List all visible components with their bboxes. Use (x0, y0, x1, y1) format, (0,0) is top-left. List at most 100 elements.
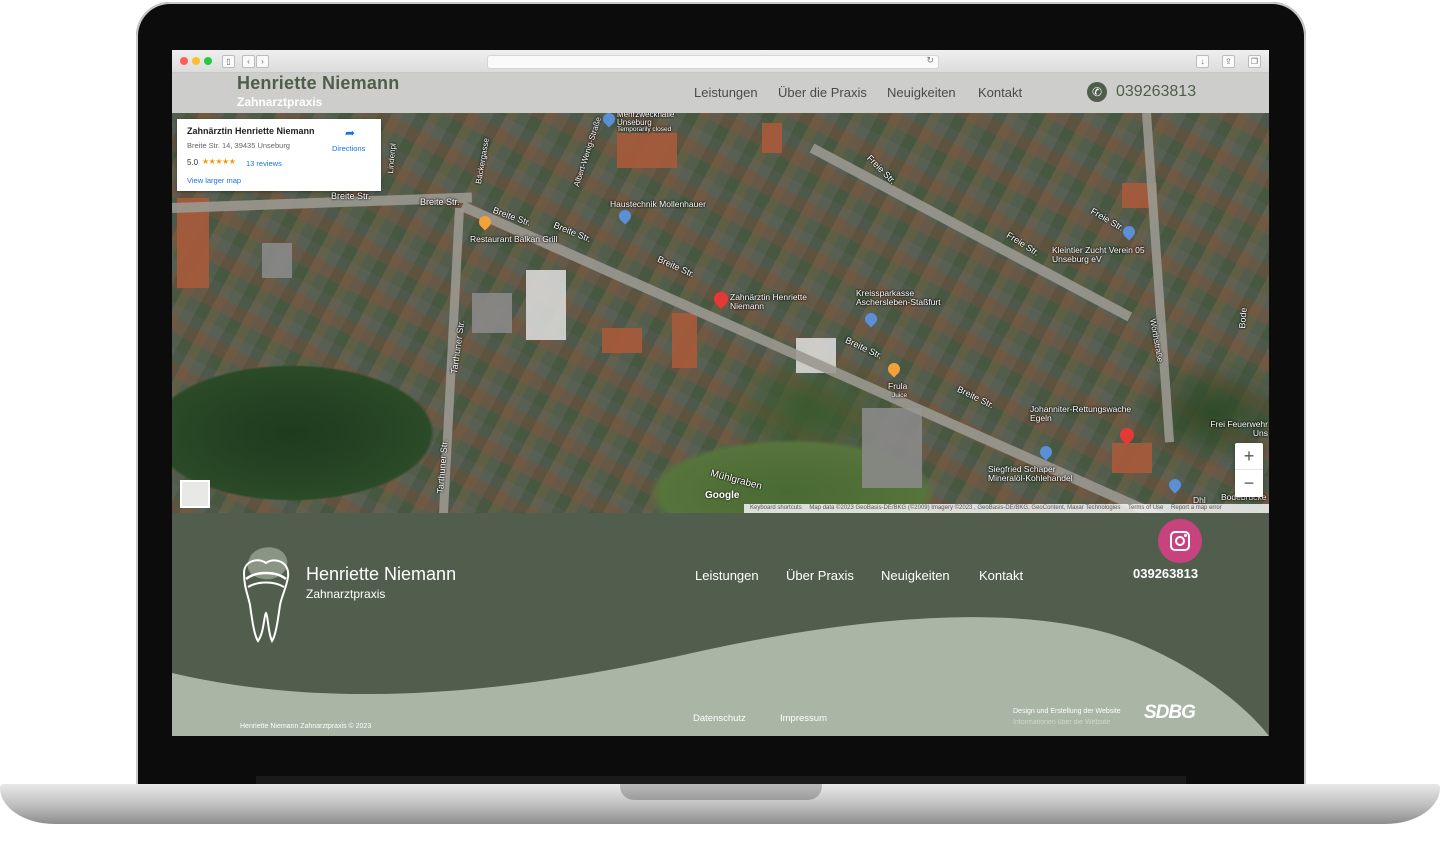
map-pin-icon[interactable] (616, 207, 634, 225)
nav-neuigkeiten[interactable]: Neuigkeiten (887, 85, 956, 100)
place-address: Breite Str. 14, 39435 Unseburg (187, 141, 290, 150)
share-icon[interactable]: ⇪ (1222, 55, 1235, 68)
map-place-note: Temporarily closed (617, 126, 672, 133)
reload-icon[interactable]: ↻ (926, 55, 934, 66)
download-icon[interactable]: ↓ (1196, 55, 1209, 68)
forward-icon[interactable]: › (256, 55, 269, 68)
site-footer: Henriette Niemann Zahnarztpraxis Leistun… (172, 513, 1269, 736)
view-larger-map-link[interactable]: View larger map (187, 176, 241, 185)
map-info-card: Zahnärztin Henriette Niemann Breite Str.… (177, 119, 381, 191)
map-pin-icon[interactable] (862, 310, 880, 328)
map-street-label: Breite Str. (552, 220, 593, 245)
map-layer-toggle-button[interactable] (180, 480, 210, 508)
map-building (262, 243, 292, 278)
instagram-icon (1170, 531, 1190, 551)
map-street-label: Breite Str. (655, 254, 697, 280)
directions-icon[interactable]: ➦ (345, 127, 357, 139)
tabs-icon[interactable]: ❐ (1248, 55, 1261, 68)
map-pin-icon[interactable] (711, 289, 731, 309)
place-title: Zahnärztin Henriette Niemann (187, 126, 315, 136)
map-place-label: Siegfried Schaper Mineralöl-Kohlehandel (988, 464, 1073, 483)
map-building (1112, 443, 1152, 473)
map-water-label: Bode (1237, 307, 1249, 329)
map-building (526, 270, 566, 340)
reviews-link[interactable]: 13 reviews (246, 159, 282, 168)
tooth-logo-icon (242, 547, 290, 643)
map-place-label: Mehrzweckhalle Unseburg (617, 113, 675, 127)
footer-nav-leistungen[interactable]: Leistungen (695, 568, 759, 583)
footer-nav-neuigkeiten[interactable]: Neuigkeiten (881, 568, 950, 583)
map-street-label: Breite Str. (331, 191, 371, 201)
google-map[interactable]: Breite Str. Breite Str. Breite Str. Brei… (172, 113, 1269, 513)
map-building (862, 408, 922, 488)
terms-of-use-link[interactable]: Terms of Use (1128, 505, 1163, 511)
design-credit-text: Design und Erstellung der Website (1013, 708, 1121, 715)
nav-leistungen[interactable]: Leistungen (694, 85, 758, 100)
map-place-label: Johanniter-Rettungswache Egeln (1030, 404, 1132, 423)
map-road (1142, 113, 1175, 443)
minimize-window-button[interactable] (192, 57, 200, 65)
map-building (672, 313, 697, 368)
directions-link[interactable]: Directions (332, 144, 365, 153)
brand-subtitle: Zahnarztpraxis (237, 95, 323, 109)
close-window-button[interactable] (180, 57, 188, 65)
footer-phone-number[interactable]: 039263813 (1133, 566, 1198, 581)
map-place-label: Kleintier Zucht Verein 05 Unseburg eV (1052, 245, 1145, 264)
address-bar[interactable]: ↻ (487, 55, 939, 69)
nav-kontakt[interactable]: Kontakt (978, 85, 1022, 100)
map-street-label: Lindenpl (386, 142, 398, 174)
footer-brand-name: Henriette Niemann (306, 564, 457, 584)
phone-icon[interactable]: ✆ (1087, 82, 1107, 102)
map-attribution-bar: Keyboard shortcuts Map data ©2023 GeoBas… (744, 504, 1269, 513)
map-pin-icon[interactable] (1166, 476, 1184, 494)
map-pin-icon[interactable] (885, 360, 903, 378)
map-pin-icon[interactable] (1117, 425, 1137, 445)
instagram-button[interactable] (1158, 519, 1202, 563)
google-logo: Google (705, 490, 740, 501)
map-street-label: Breite Str. (420, 197, 460, 207)
map-place-label: Frei Feuerwehr Uns (1210, 419, 1268, 438)
screen: ▯ ‹ › ↻ ↓ ⇪ ❐ Henriette Niemann Zahnarzt… (172, 50, 1269, 736)
design-info-link[interactable]: Informationen über die Website (1013, 719, 1110, 726)
map-place-label: Restaurant Balkan Grill (470, 234, 558, 244)
laptop-notch (620, 784, 822, 800)
sdbg-logo[interactable]: SDBG (1144, 702, 1196, 724)
back-icon[interactable]: ‹ (242, 55, 255, 68)
map-street-label: Freie Str. (1089, 206, 1126, 233)
map-place-label: Kreissparkasse Aschersleben-Staßfurt (856, 288, 941, 307)
footer-wave (172, 617, 1269, 736)
map-water-label: Mühlgraben (709, 468, 764, 493)
star-rating-icon: ★★★★★ (202, 157, 236, 166)
map-building (472, 293, 512, 333)
impressum-link[interactable]: Impressum (780, 713, 827, 724)
footer-brand-subtitle: Zahnarztpraxis (306, 587, 386, 601)
footer-nav-ueber-praxis[interactable]: Über Praxis (786, 568, 854, 583)
place-rating: 5.0 (187, 158, 199, 167)
footer-nav-kontakt[interactable]: Kontakt (979, 568, 1023, 583)
map-building (602, 328, 642, 353)
keyboard-shortcuts-link[interactable]: Keyboard shortcuts (750, 505, 802, 511)
report-map-error-link[interactable]: Report a map error (1171, 505, 1222, 511)
map-street-label: Breite Str. (843, 335, 884, 361)
map-data-attribution: Map data ©2023 GeoBasis-DE/BKG (©2009) I… (809, 505, 1121, 511)
zoom-in-button[interactable]: + (1235, 443, 1263, 470)
header-phone-number[interactable]: 039263813 (1116, 83, 1196, 101)
map-street-label: Breite Str. (955, 384, 996, 411)
map-building (617, 133, 677, 168)
nav-ueber-die-praxis[interactable]: Über die Praxis (778, 85, 867, 100)
site-header: Henriette Niemann Zahnarztpraxis Leistun… (172, 73, 1269, 113)
sidebar-icon[interactable]: ▯ (222, 55, 235, 68)
datenschutz-link[interactable]: Datenschutz (693, 713, 746, 724)
browser-toolbar: ▯ ‹ › ↻ ↓ ⇪ ❐ (172, 50, 1269, 73)
map-place-note: Juice (892, 392, 908, 399)
zoom-control: + − (1235, 443, 1263, 497)
map-street-label: Bäckergasse (474, 137, 491, 185)
brand-name[interactable]: Henriette Niemann (237, 73, 399, 94)
map-building (762, 123, 782, 153)
map-pin-icon[interactable] (600, 113, 618, 128)
copyright-text: Henriette Niemann Zahnarztpraxis © 2023 (240, 723, 372, 730)
zoom-out-button[interactable]: − (1235, 470, 1263, 496)
map-place-label: Haustechnik Mollenhauer (610, 199, 706, 209)
maximize-window-button[interactable] (204, 57, 212, 65)
map-street-label: Albert-Wenig-Straße (572, 115, 604, 188)
